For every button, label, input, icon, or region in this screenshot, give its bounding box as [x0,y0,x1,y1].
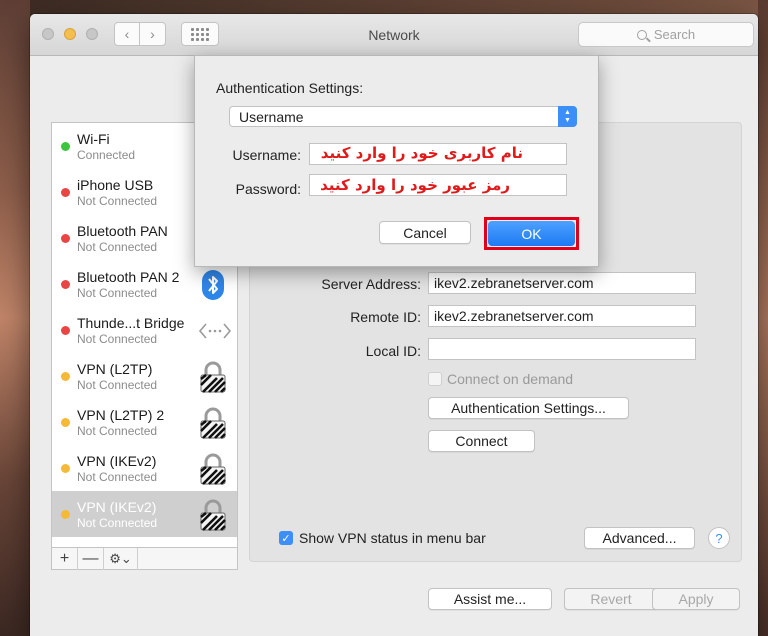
service-status: Not Connected [77,332,158,346]
server-address-label: Server Address: [321,276,421,292]
remote-id-label: Remote ID: [350,309,421,325]
bluetooth-icon [198,269,228,301]
status-dot [61,280,70,289]
status-dot [61,372,70,381]
service-name: VPN (IKEv2) [77,453,157,469]
updown-arrows-icon: ▲ ▼ [558,106,577,127]
status-dot [61,510,70,519]
authentication-settings-button[interactable]: Authentication Settings... [428,397,629,419]
service-name: Thunde...t Bridge [77,315,185,331]
service-item[interactable]: VPN (IKEv2) Not Connected [52,445,237,491]
vpn-lock-icon [198,361,228,393]
add-service-button[interactable]: + [52,547,78,570]
show-vpn-status-checkbox[interactable]: ✓ [279,531,293,545]
service-status: Not Connected [77,424,158,438]
service-name: VPN (IKEv2) [77,499,157,515]
connect-on-demand-checkbox[interactable] [428,372,442,386]
service-status: Not Connected [77,516,158,530]
username-annotation: نام کاربری خود را وارد کنید [320,144,523,162]
status-dot [61,188,70,197]
assist-me-button[interactable]: Assist me... [428,588,552,610]
ok-button[interactable]: OK [488,221,575,246]
service-status: Not Connected [77,378,158,392]
authentication-settings-sheet: Authentication Settings: Username ▲ ▼ Use… [194,55,599,267]
desktop-background-right [758,0,768,636]
service-name: Bluetooth PAN [77,223,168,239]
service-item[interactable]: VPN (L2TP) Not Connected [52,353,237,399]
service-status: Not Connected [77,286,158,300]
status-dot [61,326,70,335]
search-field[interactable]: Search [578,22,754,47]
cancel-button[interactable]: Cancel [379,221,471,244]
service-item[interactable]: Bluetooth PAN 2 Not Connected [52,261,237,307]
checkmark-icon: ✓ [281,532,291,545]
show-vpn-status-label: Show VPN status in menu bar [299,530,486,546]
vpn-lock-icon [198,453,228,485]
service-status: Not Connected [77,194,158,208]
service-item[interactable]: VPN (L2TP) 2 Not Connected [52,399,237,445]
revert-button[interactable]: Revert [564,588,658,610]
vpn-lock-icon [198,407,228,439]
status-dot [61,464,70,473]
service-list-toolbar: + — ⚙︎⌄ [51,547,238,570]
title-bar: ‹ › Network Search [30,14,758,56]
service-status: Connected [77,148,136,162]
help-button[interactable]: ? [708,527,730,549]
service-name: Wi-Fi [77,131,110,147]
vpn-lock-icon [198,499,228,531]
service-name: VPN (L2TP) 2 [77,407,165,423]
thunderbolt-bridge-icon [198,315,232,347]
password-annotation: رمز عبور خود را وارد کنید [320,176,510,194]
password-label: Password: [235,181,301,197]
local-id-label: Local ID: [365,343,421,359]
service-item[interactable]: VPN (IKEv2) Not Connected [52,491,237,537]
service-name: VPN (L2TP) [77,361,153,377]
sheet-title: Authentication Settings: [216,80,364,96]
service-name: iPhone USB [77,177,154,193]
authentication-method-value: Username [239,109,304,125]
connect-button[interactable]: Connect [428,430,535,452]
service-status: Not Connected [77,240,158,254]
username-label: Username: [232,147,301,163]
apply-button[interactable]: Apply [652,588,740,610]
status-dot [61,234,70,243]
server-address-field[interactable]: ikev2.zebranetserver.com [428,272,696,294]
service-name: Bluetooth PAN 2 [77,269,180,285]
search-placeholder: Search [653,27,696,42]
advanced-button[interactable]: Advanced... [584,527,695,549]
status-dot [61,418,70,427]
search-icon [636,29,647,40]
local-id-field[interactable] [428,338,696,360]
remote-id-field[interactable]: ikev2.zebranetserver.com [428,305,696,327]
desktop-background [0,0,30,636]
connect-on-demand-label: Connect on demand [447,371,574,387]
service-item[interactable]: Thunde...t Bridge Not Connected [52,307,237,353]
status-dot [61,142,70,151]
service-status: Not Connected [77,470,158,484]
gear-menu-button[interactable]: ⚙︎⌄ [104,547,138,570]
remove-service-button[interactable]: — [78,547,104,570]
authentication-method-select[interactable]: Username ▲ ▼ [229,106,577,127]
